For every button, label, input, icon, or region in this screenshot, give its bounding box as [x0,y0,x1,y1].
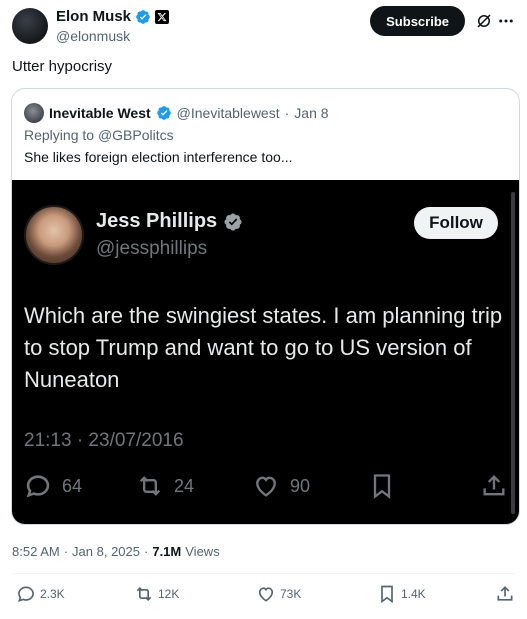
verified-badge-icon [156,106,171,120]
x-affiliate-icon [155,9,170,24]
quote-author-handle: @Inevitablewest [176,105,280,121]
share-button[interactable] [495,584,515,604]
media-like-count: 90 [290,475,311,496]
quote-author-avatar [24,103,44,123]
tweet-header: Elon Musk @elonmusk Subscribe [12,6,515,46]
repost-button[interactable]: 12K [134,584,179,604]
media-like: 90 [252,472,310,500]
repost-count: 12K [158,587,180,601]
reply-count: 2.3K [40,587,65,601]
quote-text: She likes foreign election interference … [24,149,293,165]
meta-separator: · [144,544,149,559]
media-handle: @jessphillips [96,238,208,259]
author-avatar[interactable] [12,8,48,44]
media-share [480,472,508,500]
replying-handle: @GBPolitcs [97,127,174,143]
like-button[interactable]: 73K [256,584,301,604]
media-scrollbar [511,192,515,514]
bookmark-icon [381,585,393,604]
tweet-time[interactable]: 8:52 AM [12,544,60,559]
author-handle[interactable]: @elonmusk [56,28,130,44]
views-count: 7.1M [152,544,182,559]
quoted-tweet-card[interactable]: Inevitable West @Inevitablewest · Jan 8 … [11,88,520,525]
grok-icon[interactable] [475,12,493,30]
heart-icon [258,587,274,602]
views-label: Views [185,544,220,559]
media-reply: 64 [24,472,82,500]
like-count: 73K [280,587,302,601]
tweet-date[interactable]: Jan 8, 2025 [72,544,140,559]
quote-date: Jan 8 [294,105,329,121]
bookmark-icon [373,474,391,499]
media-repost: 24 [136,472,194,500]
quote-header: Inevitable West @Inevitablewest · Jan 8 [24,103,329,123]
verified-badge-icon [224,212,242,231]
tweet-text: Utter hypocrisy [12,58,113,75]
author-name-row: Elon Musk [56,8,170,25]
bookmark-count: 1.4K [401,587,426,601]
more-options-icon[interactable] [497,12,515,30]
share-icon [483,475,505,496]
media-bookmark [368,472,396,500]
tweet-meta: 8:52 AM · Jan 8, 2025 · 7.1M Views [12,544,220,559]
bookmark-button[interactable]: 1.4K [377,584,426,604]
divider [12,573,515,574]
meta-separator: · [63,544,69,559]
media-reply-count: 64 [62,475,83,496]
reply-icon [26,475,50,498]
subscribe-button[interactable]: Subscribe [370,6,465,36]
media-name: Jess Phillips [96,210,218,232]
media-avatar [24,205,84,265]
repost-icon [139,476,161,496]
media-repost-count: 24 [174,475,195,496]
heart-icon [256,476,276,497]
quote-separator: · [284,105,290,121]
quoted-media-image[interactable]: Jess Phillips @jessphillips Follow Which… [12,180,519,524]
media-name-row: Jess Phillips [96,210,243,233]
repost-icon [136,586,152,602]
media-text: Which are the swingiest states. I am pla… [24,303,503,392]
author-name[interactable]: Elon Musk [56,8,131,25]
media-follow-button: Follow [414,207,498,239]
replying-to-line: Replying to @GBPolitcs [24,127,174,143]
share-icon [497,586,513,601]
reply-icon [18,586,34,602]
quote-author-name: Inevitable West [49,105,151,121]
verified-badge-icon [136,9,150,24]
reply-button[interactable]: 2.3K [16,584,65,604]
replying-prefix: Replying to [24,127,98,143]
media-timestamp: 21:13 · 23/07/2016 [24,430,184,451]
tweet-action-bar: 2.3K 12K 73K 1.4K [12,584,515,608]
media-action-bar: 64 24 90 [24,472,508,502]
